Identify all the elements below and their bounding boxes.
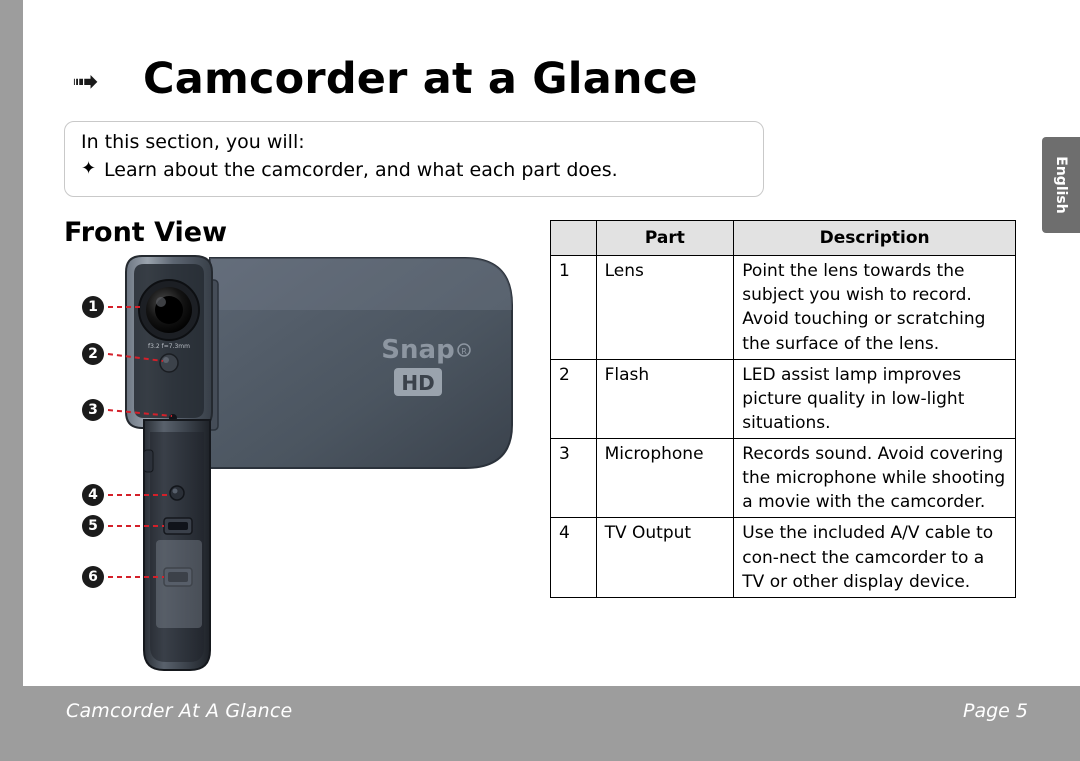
table-row: 2 Flash LED assist lamp improves picture… (550, 358, 1016, 440)
double-chevron-right-icon: ➟ (72, 62, 99, 100)
footer-page-number: Page 5 (963, 700, 1028, 722)
page-title: Camcorder at a Glance (143, 54, 698, 104)
callout-marker-3: 3 (82, 399, 104, 421)
bullet-star-icon: ✦ (81, 158, 97, 179)
footer-section-label: Camcorder At A Glance (66, 700, 293, 722)
hd-badge-text: HD (401, 371, 434, 395)
table-row: 4 TV Output Use the included A/V cable t… (550, 517, 1016, 598)
language-side-tab: English (1042, 137, 1080, 233)
lens-spec-text: f3.2 f=7.3mm (148, 343, 190, 350)
section-heading-front-view: Front View (64, 217, 228, 248)
table-cell-num: 1 (550, 255, 597, 360)
table-cell-num: 4 (550, 517, 597, 598)
table-header-num (550, 219, 597, 257)
table-cell-part: TV Output (595, 517, 735, 598)
table-header-description: Description (733, 219, 1016, 257)
table-cell-part: Microphone (595, 437, 735, 519)
camera-illustration: Snap R HD f3.2 f=7.3mm 1 2 3 4 5 6 (60, 250, 530, 680)
document-page: English ➟ Camcorder at a Glance In this … (0, 0, 1080, 761)
table-row: 3 Microphone Records sound. Avoid coveri… (550, 437, 1016, 519)
table-cell-description: Use the included A/V cable to con-nect t… (733, 517, 1016, 598)
table-row: 1 Lens Point the lens towards the subjec… (550, 255, 1016, 360)
intro-line-2: Learn about the camcorder, and what each… (104, 159, 618, 181)
callout-marker-1: 1 (82, 296, 104, 318)
camera-illustration-svg: Snap R HD f3.2 f=7.3mm (107, 255, 513, 671)
left-gray-bar (0, 0, 23, 761)
table-cell-num: 3 (550, 437, 597, 519)
footer-band (0, 686, 1080, 761)
table-header-row: Part Description (550, 219, 1016, 257)
table-cell-part: Flash (595, 358, 735, 440)
callout-marker-6: 6 (82, 566, 104, 588)
table-cell-part: Lens (595, 255, 735, 360)
brand-text: Snap (381, 335, 454, 365)
callout-marker-4: 4 (82, 484, 104, 506)
table-cell-description: Records sound. Avoid covering the microp… (733, 437, 1016, 519)
table-header-part: Part (595, 219, 735, 257)
intro-line-1: In this section, you will: (81, 131, 305, 153)
language-side-tab-label: English (1053, 156, 1069, 214)
table-cell-description: Point the lens towards the subject you w… (733, 255, 1016, 360)
callout-marker-5: 5 (82, 515, 104, 537)
svg-text:R: R (461, 347, 467, 356)
table-cell-num: 2 (550, 358, 597, 440)
table-cell-description: LED assist lamp improves picture quality… (733, 358, 1016, 440)
parts-table: Part Description 1 Lens Point the lens t… (550, 219, 1016, 598)
callout-marker-2: 2 (82, 343, 104, 365)
